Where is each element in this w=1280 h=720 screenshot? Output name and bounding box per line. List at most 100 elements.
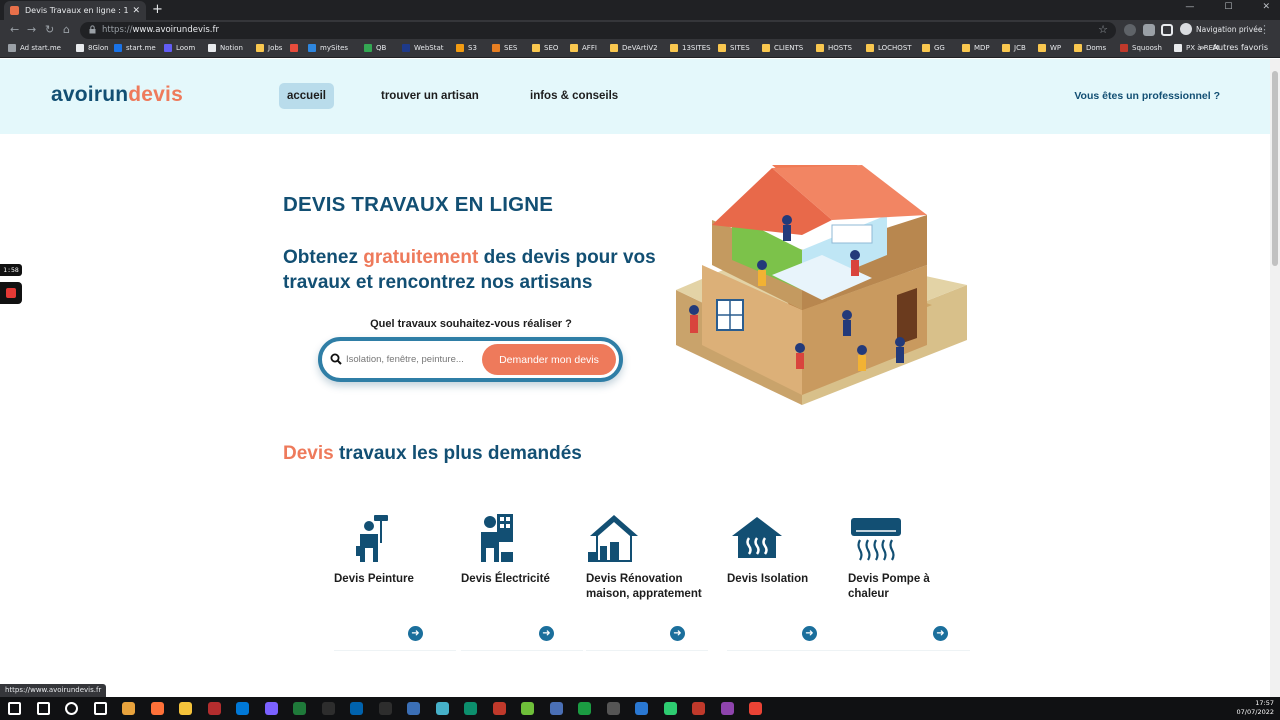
professional-link[interactable]: Vous êtes un professionnel ? bbox=[1074, 90, 1220, 102]
bookmark-label: mySites bbox=[320, 44, 349, 52]
task-view-icon[interactable] bbox=[65, 702, 78, 715]
bookmark-item[interactable]: AFFI bbox=[570, 44, 597, 52]
stop-recording-button[interactable] bbox=[0, 282, 22, 304]
messenger-icon[interactable] bbox=[264, 702, 278, 715]
home-icon[interactable]: ⌂ bbox=[63, 23, 70, 36]
bookmark-item[interactable]: Doms bbox=[1074, 44, 1106, 52]
menu-icon[interactable]: ⋮ bbox=[1259, 23, 1270, 36]
site-favicon-icon bbox=[10, 6, 19, 15]
side-panel-icon[interactable] bbox=[1161, 24, 1173, 36]
card-isolation[interactable]: Devis Isolation ➜ bbox=[727, 512, 858, 652]
browser-tab[interactable]: Devis Travaux en ligne : 100% Gr... ✕ bbox=[4, 1, 146, 20]
app-icon[interactable] bbox=[521, 702, 534, 715]
nav-trouver-artisan[interactable]: trouver un artisan bbox=[373, 83, 487, 109]
page-scrollbar[interactable] bbox=[1270, 59, 1280, 697]
bookmark-item[interactable]: SEO bbox=[532, 44, 558, 52]
app-icon[interactable] bbox=[578, 702, 591, 715]
card-pompe-chaleur[interactable]: Devis Pompe à chaleur ➜ bbox=[848, 512, 979, 652]
tab-close-icon[interactable]: ✕ bbox=[132, 6, 140, 16]
chrome-icon[interactable] bbox=[749, 702, 762, 715]
site-header: avoirundevis accueil trouver un artisan … bbox=[0, 59, 1270, 134]
file-explorer-icon[interactable] bbox=[179, 702, 192, 715]
bookmark-item[interactable]: JCB bbox=[1002, 44, 1026, 52]
app-icon[interactable] bbox=[606, 702, 620, 715]
bookmark-item[interactable] bbox=[290, 44, 302, 52]
excel-icon[interactable] bbox=[293, 702, 306, 715]
widgets-icon[interactable] bbox=[93, 702, 107, 715]
bookmark-item[interactable]: 13SITES bbox=[670, 44, 711, 52]
filezilla-icon[interactable] bbox=[207, 702, 221, 715]
arrow-right-icon[interactable]: ➜ bbox=[408, 626, 423, 641]
forward-icon[interactable]: → bbox=[27, 23, 36, 36]
heat-pump-icon bbox=[851, 518, 901, 561]
arrow-right-icon[interactable]: ➜ bbox=[933, 626, 948, 641]
app-icon[interactable] bbox=[663, 702, 677, 715]
bookmark-item[interactable]: CLIENTS bbox=[762, 44, 803, 52]
app-icon[interactable] bbox=[720, 702, 734, 715]
bookmark-item[interactable]: 8Glon bbox=[76, 44, 109, 52]
bookmark-label: WebStat bbox=[414, 44, 444, 52]
back-icon[interactable]: ← bbox=[10, 23, 19, 36]
windows-start-icon[interactable] bbox=[8, 702, 21, 715]
nav-infos-conseils[interactable]: infos & conseils bbox=[522, 83, 626, 109]
search-icon[interactable] bbox=[36, 702, 50, 715]
vscode-icon[interactable] bbox=[635, 702, 648, 715]
arrow-right-icon[interactable]: ➜ bbox=[670, 626, 685, 641]
nav-accueil[interactable]: accueil bbox=[279, 83, 334, 109]
bookmark-item[interactable]: WebStat bbox=[402, 44, 443, 52]
card-electricite[interactable]: Devis Électricité ➜ bbox=[461, 512, 592, 652]
bookmark-item[interactable]: HOSTS bbox=[816, 44, 852, 52]
bookmark-item[interactable]: Squoosh bbox=[1120, 44, 1162, 52]
bookmark-item[interactable]: Notion bbox=[208, 44, 243, 52]
bookmark-item[interactable]: GG bbox=[922, 44, 945, 52]
app-icon[interactable] bbox=[435, 702, 449, 715]
app-icon[interactable] bbox=[549, 702, 563, 715]
app-icon[interactable] bbox=[692, 702, 705, 715]
new-tab-icon[interactable]: + bbox=[152, 2, 163, 18]
bookmark-item[interactable]: Jobs bbox=[256, 44, 282, 52]
card-label: Devis Pompe à chaleur bbox=[848, 573, 930, 600]
reload-icon[interactable]: ↻ bbox=[45, 23, 54, 36]
password-manager-icon[interactable] bbox=[1124, 24, 1136, 36]
bookmark-item[interactable]: DeVArtiV2 bbox=[610, 44, 658, 52]
search-icon bbox=[330, 353, 342, 365]
bookmark-item[interactable]: S3 bbox=[456, 44, 477, 52]
taskbar-clock[interactable]: 17:57 07/07/2022 bbox=[1237, 699, 1274, 717]
bookmark-item[interactable]: WP bbox=[1038, 44, 1061, 52]
incognito-profile[interactable]: Navigation privée bbox=[1180, 23, 1262, 35]
scrollbar-thumb[interactable] bbox=[1272, 71, 1278, 266]
bookmark-item[interactable]: Loom bbox=[164, 44, 195, 52]
bookmark-item[interactable]: PX à REM bbox=[1174, 44, 1219, 52]
terminal-icon[interactable] bbox=[378, 702, 392, 715]
acrobat-icon[interactable] bbox=[492, 702, 506, 715]
maximize-icon[interactable]: ☐ bbox=[1224, 2, 1232, 12]
bookmark-item[interactable]: start.me bbox=[114, 44, 156, 52]
app-icon[interactable] bbox=[350, 702, 363, 715]
skype-icon[interactable] bbox=[236, 702, 249, 715]
request-quote-button[interactable]: Demander mon devis bbox=[482, 344, 616, 375]
search-input[interactable] bbox=[346, 347, 482, 371]
bookmark-item[interactable]: QB bbox=[364, 44, 386, 52]
bookmark-icon bbox=[164, 44, 172, 52]
bookmark-item[interactable]: Ad start.me bbox=[8, 44, 61, 52]
card-renovation[interactable]: Devis Rénovation maison, appratement ➜ bbox=[586, 512, 717, 652]
close-window-icon[interactable]: ✕ bbox=[1262, 2, 1270, 12]
edge-icon[interactable] bbox=[464, 702, 477, 715]
bookmark-item[interactable]: MDP bbox=[962, 44, 990, 52]
bookmark-item[interactable]: mySites bbox=[308, 44, 348, 52]
card-peinture[interactable]: Devis Peinture ➜ bbox=[334, 512, 465, 652]
chrome-icon[interactable] bbox=[122, 702, 135, 715]
app-icon[interactable] bbox=[321, 702, 335, 715]
app-icon[interactable] bbox=[407, 702, 420, 715]
firefox-icon[interactable] bbox=[150, 702, 164, 715]
site-logo[interactable]: avoirundevis bbox=[51, 83, 183, 107]
minimize-icon[interactable]: — bbox=[1185, 2, 1194, 12]
address-bar[interactable]: https://www.avoirundevis.fr ☆ bbox=[80, 22, 1116, 39]
extensions-icon[interactable] bbox=[1143, 24, 1155, 36]
bookmark-item[interactable]: SES bbox=[492, 44, 517, 52]
arrow-right-icon[interactable]: ➜ bbox=[802, 626, 817, 641]
bookmark-item[interactable]: LOCHOST bbox=[866, 44, 912, 52]
bookmark-star-icon[interactable]: ☆ bbox=[1098, 23, 1108, 36]
arrow-right-icon[interactable]: ➜ bbox=[539, 626, 554, 641]
bookmark-item[interactable]: SITES bbox=[718, 44, 750, 52]
